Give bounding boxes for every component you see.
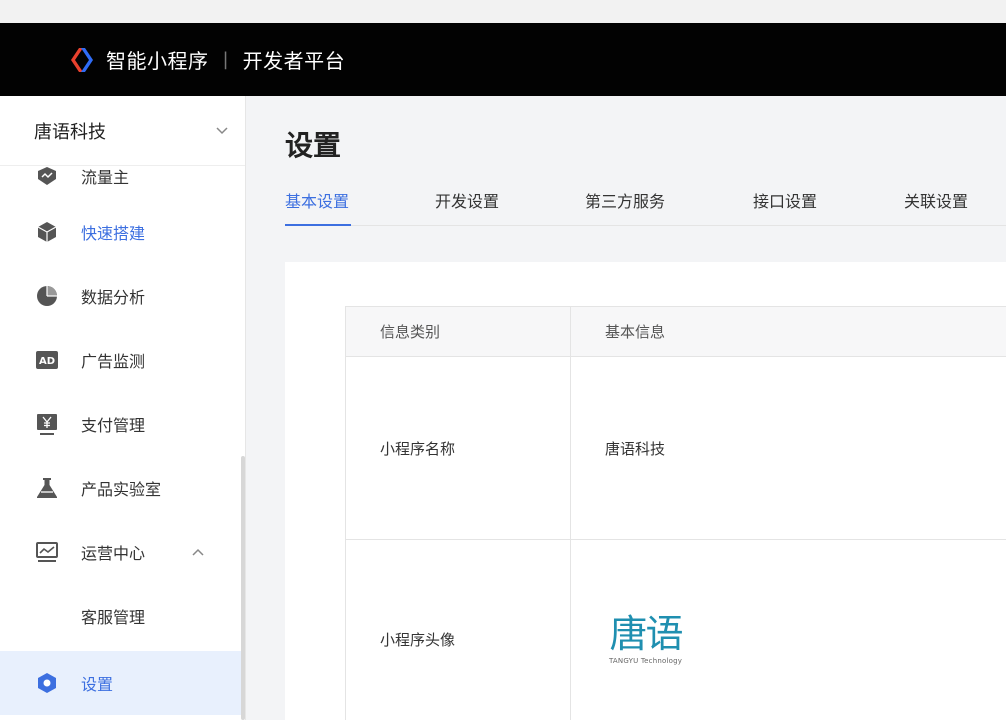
sidebar-item-operations[interactable]: 运营中心 — [0, 520, 244, 584]
tab-related-settings[interactable]: 关联设置 — [904, 188, 968, 224]
table-row: 小程序名称 唐语科技 — [346, 357, 1006, 540]
column-header-info: 基本信息 — [571, 307, 1006, 356]
sidebar-item-label: 数据分析 — [81, 288, 146, 307]
sidebar-item-label: 客服管理 — [81, 608, 146, 627]
active-tab-indicator — [285, 224, 351, 226]
sidebar-item-data-analysis[interactable]: 数据分析 — [0, 264, 244, 328]
main-content: 设置 基本设置 开发设置 第三方服务 接口设置 关联设置 信息类别 基本信息 小… — [247, 96, 1006, 720]
account-switcher[interactable]: 唐语科技 — [0, 96, 245, 166]
sidebar-item-label: 设置 — [81, 675, 114, 694]
sidebar: 唐语科技 流量主 快速搭建 数据分析 AD 广告监测 支付管理 产品实验室 运营… — [0, 96, 246, 720]
chevron-up-icon — [192, 545, 204, 559]
row-label-name: 小程序名称 — [346, 357, 571, 539]
top-header: 智能小程序 | 开发者平台 — [0, 23, 1006, 96]
settings-tabs: 基本设置 开发设置 第三方服务 接口设置 关联设置 — [285, 188, 1006, 226]
trend-chart-icon — [36, 541, 58, 563]
row-label-avatar: 小程序头像 — [346, 540, 571, 720]
avatar-logo-subtext: TANGYU Technology — [609, 656, 683, 665]
sidebar-item-payment[interactable]: 支付管理 — [0, 392, 244, 456]
table-header-row: 信息类别 基本信息 — [346, 307, 1006, 357]
basic-info-table: 信息类别 基本信息 小程序名称 唐语科技 小程序头像 唐语 TANGYU Tec… — [345, 306, 1006, 720]
tab-basic-settings[interactable]: 基本设置 — [285, 188, 351, 226]
tab-third-party[interactable]: 第三方服务 — [585, 188, 665, 224]
tab-api-settings[interactable]: 接口设置 — [753, 188, 817, 224]
tab-label: 基本设置 — [285, 192, 350, 211]
ad-icon: AD — [36, 349, 58, 371]
yuan-icon — [36, 413, 58, 435]
app-name-value: 唐语科技 — [571, 357, 1006, 539]
sidebar-item-label: 广告监测 — [81, 352, 146, 371]
swan-logo-icon[interactable] — [68, 45, 98, 75]
table-row: 小程序头像 唐语 TANGYU Technology — [346, 540, 1006, 720]
brand-name[interactable]: 智能小程序 — [106, 45, 209, 74]
flask-icon — [36, 477, 58, 499]
brand-separator: | — [222, 49, 229, 70]
sidebar-item-ad-monitor[interactable]: AD 广告监测 — [0, 328, 244, 392]
sidebar-scrollbar[interactable] — [241, 456, 245, 720]
sidebar-item-quick-build[interactable]: 快速搭建 — [0, 200, 244, 264]
app-avatar-cell: 唐语 TANGYU Technology — [571, 540, 1006, 720]
page-title: 设置 — [285, 129, 342, 162]
sidebar-item-product-lab[interactable]: 产品实验室 — [0, 456, 244, 520]
sidebar-item-label: 快速搭建 — [81, 224, 146, 243]
svg-text:AD: AD — [39, 356, 55, 367]
pie-chart-icon — [36, 285, 58, 307]
gear-icon — [36, 672, 58, 694]
cube-icon — [36, 221, 58, 243]
sidebar-item-label: 流量主 — [81, 168, 130, 187]
chevron-down-icon — [216, 124, 228, 138]
platform-name: 开发者平台 — [242, 49, 346, 73]
sidebar-item-label: 支付管理 — [81, 416, 146, 435]
sidebar-item-customer-service[interactable]: 客服管理 — [0, 584, 244, 648]
account-name: 唐语科技 — [34, 121, 106, 143]
column-header-category: 信息类别 — [346, 307, 571, 356]
avatar-logo-text: 唐语 — [609, 611, 684, 656]
sidebar-item-label: 运营中心 — [81, 544, 146, 563]
sidebar-item-settings[interactable]: 设置 — [0, 651, 244, 715]
basic-info-card: 信息类别 基本信息 小程序名称 唐语科技 小程序头像 唐语 TANGYU Tec… — [285, 262, 1006, 720]
browser-top-strip — [0, 0, 1006, 23]
tab-dev-settings[interactable]: 开发设置 — [435, 188, 499, 224]
app-avatar-image[interactable]: 唐语 TANGYU Technology — [609, 611, 684, 665]
sidebar-item-label: 产品实验室 — [81, 480, 162, 499]
traffic-icon — [36, 165, 58, 187]
